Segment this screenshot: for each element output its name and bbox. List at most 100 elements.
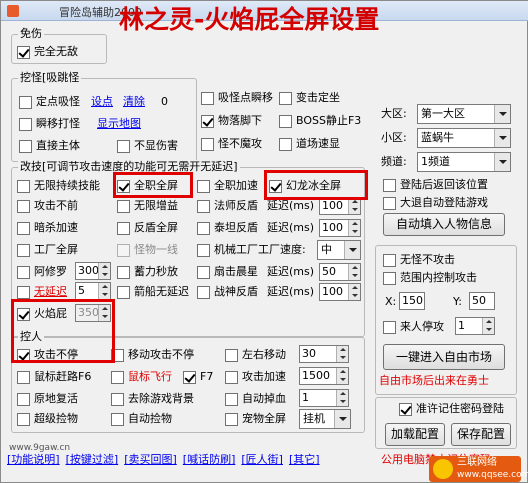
remember-pw-checkbox[interactable]: 准许记住密码登陆	[399, 400, 504, 418]
market-note: 自由市场后出来在勇士	[379, 374, 489, 387]
page-caption: 林之灵-火焰屁全屏设置	[119, 5, 380, 34]
f7-checkbox[interactable]: F7	[183, 368, 213, 386]
channel-select[interactable]: 1频道	[417, 152, 511, 172]
direct-body-checkbox[interactable]: 直接主体	[19, 137, 80, 155]
infinite-boost-checkbox[interactable]: 无限增益	[117, 197, 178, 215]
chevron-down-icon	[334, 410, 350, 428]
super-pick-checkbox[interactable]: 超级捡物	[17, 410, 78, 428]
reflect-full-checkbox[interactable]: 反盾全屏	[117, 219, 178, 237]
watermark-line2: www.qqsee.com	[457, 470, 528, 480]
point-count: 0	[161, 95, 168, 108]
login-return-checkbox[interactable]: 登陆后返回该位置	[383, 176, 488, 194]
no-cd-checkbox[interactable]: 攻击不前	[17, 197, 78, 215]
delay-label-3: 延迟(ms)	[267, 265, 315, 278]
drop-under-checkbox[interactable]: 物落脚下	[201, 112, 262, 130]
someone-stop-checkbox[interactable]: 来人停攻	[383, 318, 444, 336]
delay-spin-3[interactable]: 50	[319, 263, 361, 281]
zone-select[interactable]: 蓝蜗牛	[417, 128, 511, 148]
remove-bg-checkbox[interactable]: 去除游戏背景	[111, 390, 194, 408]
y-spin[interactable]: 50	[469, 292, 495, 310]
move-attack-checkbox[interactable]: 移动攻击不停	[111, 346, 194, 364]
range-ctrl-checkbox[interactable]: 范围内控制攻击	[383, 269, 477, 287]
show-map-link[interactable]: 显示地图	[97, 117, 141, 131]
auto-drop-spin[interactable]: 1	[299, 389, 349, 407]
watermark-line1: 三联网络	[457, 457, 497, 468]
check-icon	[17, 45, 30, 59]
someone-stop-spin[interactable]: 1	[455, 317, 495, 335]
x-label: X:	[385, 295, 397, 308]
suck-point-move-checkbox[interactable]: 吸怪点瞬移	[201, 89, 273, 107]
big-login-checkbox[interactable]: 大退自动登陆游戏	[383, 194, 488, 212]
bottom-link[interactable]: [喊话防刷]	[183, 453, 236, 466]
corner-watermark: 三联网络 www.qqsee.com	[429, 456, 528, 482]
load-config-button[interactable]: 加载配置	[385, 423, 445, 446]
ayo-checkbox[interactable]: 阿修罗	[17, 263, 67, 281]
bottom-link[interactable]: [卖买回图]	[124, 453, 177, 466]
site-watermark: www.9gaw.cn	[9, 443, 71, 453]
attack-speed-checkbox[interactable]: 攻击加速	[225, 368, 286, 386]
delay-label-2: 延迟(ms)	[267, 221, 315, 234]
channel-label: 频道:	[381, 155, 407, 168]
highlight-full-job-screen	[113, 172, 193, 198]
auto-pick-checkbox[interactable]: 自动捡物	[111, 410, 172, 428]
bottom-link[interactable]: [其它]	[289, 453, 320, 466]
pet-mode-select[interactable]: 挂机	[299, 409, 351, 429]
zone-label: 小区:	[381, 131, 407, 144]
teleport-attack-checkbox[interactable]: 瞬移打怪	[19, 115, 80, 133]
find-point-checkbox[interactable]: 变击定坐	[279, 89, 340, 107]
chevron-down-icon	[494, 153, 510, 171]
group-title: 免伤	[18, 27, 44, 41]
monster-line-checkbox[interactable]: 怪物一线	[117, 241, 178, 259]
no-delay-spin[interactable]: 5	[75, 282, 111, 300]
revive-checkbox[interactable]: 原地复活	[17, 390, 78, 408]
full-job-add-checkbox[interactable]: 全职加速	[197, 177, 258, 195]
logo-icon	[433, 459, 453, 479]
lr-move-checkbox[interactable]: 左右移动	[225, 346, 286, 364]
attack-speed-spin[interactable]: 1500	[299, 367, 349, 385]
fixed-suck-checkbox[interactable]: 定点吸怪	[19, 93, 80, 111]
enter-market-button[interactable]: 一键进入自由市场	[383, 344, 505, 370]
highlight-fire-fart	[11, 299, 115, 363]
mage-reflect-checkbox[interactable]: 法师反盾	[197, 197, 258, 215]
map-speed-checkbox[interactable]: 道场速显	[279, 135, 340, 153]
bottom-link[interactable]: [按键过滤]	[66, 453, 119, 466]
full-invincible-checkbox[interactable]: 完全无敌	[17, 43, 78, 61]
lr-move-spin[interactable]: 30	[299, 345, 349, 363]
auto-drop-checkbox[interactable]: 自动掉血	[225, 390, 286, 408]
no-limit-skill-checkbox[interactable]: 无限持续技能	[17, 177, 100, 195]
no-damage-checkbox[interactable]: 不显伤害	[117, 137, 178, 155]
app-window: 冒险岛辅助2000 林之灵-火焰屁全屏设置 免伤 完全无敌 挖怪[吸跳怪 定点吸…	[0, 0, 528, 483]
no-spawn-checkbox[interactable]: 怪不魔攻	[201, 135, 262, 153]
region-select[interactable]: 第一大区	[417, 104, 511, 124]
mech-speed-checkbox[interactable]: 机械工厂工厂速度:	[197, 241, 306, 259]
worker-full-checkbox[interactable]: 工厂全屏	[17, 241, 78, 259]
x-spin[interactable]: 150	[399, 292, 425, 310]
ayo-spin[interactable]: 300	[75, 262, 111, 280]
clear-link[interactable]: 清除	[123, 95, 145, 109]
set-point-link[interactable]: 设点	[91, 95, 113, 109]
fan-reflect-checkbox[interactable]: 扇击晨星	[197, 263, 258, 281]
auto-fill-button[interactable]: 自动填入人物信息	[383, 213, 505, 236]
no-kill-checkbox[interactable]: 无怪不攻击	[383, 251, 455, 269]
titan-reflect-checkbox[interactable]: 泰坦反盾	[197, 219, 258, 237]
war-reflect-checkbox[interactable]: 战神反盾	[197, 283, 258, 301]
mech-speed-select[interactable]: 中	[317, 240, 361, 260]
boss-still-checkbox[interactable]: BOSS静止F3	[279, 112, 361, 130]
arrow-nodelay-checkbox[interactable]: 箭船无延迟	[117, 283, 189, 301]
mouse-path-checkbox[interactable]: 鼠标赶路F6	[17, 368, 91, 386]
highlight-dragon-ice-full	[264, 170, 368, 200]
chevron-down-icon	[494, 129, 510, 147]
region-label: 大区:	[381, 107, 407, 120]
dark-speed-checkbox[interactable]: 暗杀加速	[17, 219, 78, 237]
app-icon	[7, 5, 19, 17]
group-title: 挖怪[吸跳怪	[18, 71, 82, 85]
save-config-button[interactable]: 保存配置	[451, 423, 511, 446]
mouse-fly-checkbox[interactable]: 鼠标飞行	[111, 368, 172, 386]
delay-spin-2[interactable]: 100	[319, 219, 361, 237]
label: 完全无敌	[34, 45, 78, 58]
pet-full-checkbox[interactable]: 宠物全屏	[225, 410, 286, 428]
bottom-link[interactable]: [匠人街]	[241, 453, 283, 466]
charge-sec-checkbox[interactable]: 蓄力秒放	[117, 263, 178, 281]
delay-spin-4[interactable]: 100	[319, 283, 361, 301]
delay-label-4: 延迟(ms)	[267, 285, 315, 298]
